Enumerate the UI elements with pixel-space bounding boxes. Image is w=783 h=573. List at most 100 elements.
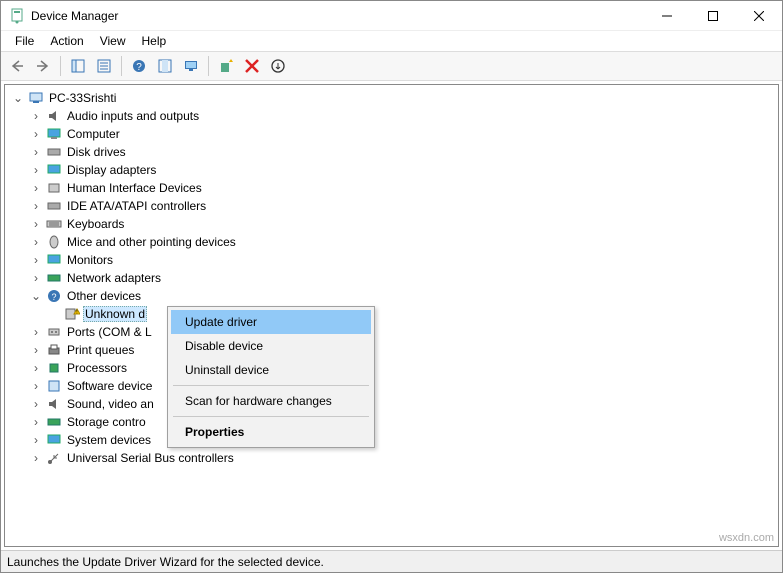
keyboard-icon xyxy=(46,216,62,232)
tree-item-audio[interactable]: Audio inputs and outputs xyxy=(7,107,776,125)
expand-icon[interactable] xyxy=(29,379,43,393)
expand-icon[interactable] xyxy=(29,253,43,267)
show-hide-tree-button[interactable] xyxy=(66,54,90,78)
context-menu: Update driver Disable device Uninstall d… xyxy=(167,306,375,448)
watermark: wsxdn.com xyxy=(719,532,774,544)
properties-button[interactable] xyxy=(92,54,116,78)
tree-item-ide[interactable]: IDE ATA/ATAPI controllers xyxy=(7,197,776,215)
ctx-scan-hardware[interactable]: Scan for hardware changes xyxy=(171,389,371,413)
tree-item-printqueues[interactable]: Print queues xyxy=(7,341,776,359)
ctx-disable-device[interactable]: Disable device xyxy=(171,334,371,358)
toolbar: ? xyxy=(1,51,782,81)
menu-action[interactable]: Action xyxy=(42,32,91,50)
storage-icon xyxy=(46,414,62,430)
tree-item-unknown-device[interactable]: !Unknown d xyxy=(7,305,776,323)
expand-icon[interactable] xyxy=(29,163,43,177)
tree-item-usb[interactable]: Universal Serial Bus controllers xyxy=(7,449,776,467)
menu-help[interactable]: Help xyxy=(134,32,175,50)
mouse-icon xyxy=(46,234,62,250)
expand-icon[interactable] xyxy=(29,415,43,429)
other-icon: ? xyxy=(46,288,62,304)
ctx-properties[interactable]: Properties xyxy=(171,420,371,444)
tree-item-keyboards[interactable]: Keyboards xyxy=(7,215,776,233)
update-driver-button[interactable] xyxy=(214,54,238,78)
port-icon xyxy=(46,324,62,340)
tree-item-label: Unknown d xyxy=(83,306,147,322)
display-icon xyxy=(46,162,62,178)
expand-icon[interactable] xyxy=(29,109,43,123)
ctx-separator xyxy=(173,385,369,386)
tree-item-software[interactable]: Software device xyxy=(7,377,776,395)
menu-file[interactable]: File xyxy=(7,32,42,50)
expand-icon[interactable] xyxy=(29,145,43,159)
expand-icon[interactable] xyxy=(29,235,43,249)
status-text: Launches the Update Driver Wizard for th… xyxy=(7,555,324,569)
tree-item-network[interactable]: Network adapters xyxy=(7,269,776,287)
software-icon xyxy=(46,378,62,394)
ctx-separator xyxy=(173,416,369,417)
audio-icon xyxy=(46,108,62,124)
help-button[interactable]: ? xyxy=(127,54,151,78)
cpu-icon xyxy=(46,360,62,376)
sound-icon xyxy=(46,396,62,412)
expand-icon[interactable] xyxy=(11,91,25,105)
close-button[interactable] xyxy=(736,1,782,31)
ctx-uninstall-device[interactable]: Uninstall device xyxy=(171,358,371,382)
tree-item-monitors[interactable]: Monitors xyxy=(7,251,776,269)
hid-icon xyxy=(46,180,62,196)
network-icon xyxy=(46,270,62,286)
ctx-update-driver[interactable]: Update driver xyxy=(171,310,371,334)
tree-root[interactable]: PC-33Srishti xyxy=(7,89,776,107)
tree-item-ports[interactable]: Ports (COM & L xyxy=(7,323,776,341)
expand-icon[interactable] xyxy=(29,271,43,285)
tree-item-display[interactable]: Display adapters xyxy=(7,161,776,179)
tree-item-hid[interactable]: Human Interface Devices xyxy=(7,179,776,197)
ide-icon xyxy=(46,198,62,214)
disk-icon xyxy=(46,144,62,160)
minimize-button[interactable] xyxy=(644,1,690,31)
printer-icon xyxy=(46,342,62,358)
uninstall-button[interactable] xyxy=(240,54,264,78)
tree-item-disk[interactable]: Disk drives xyxy=(7,143,776,161)
scan-hardware-button[interactable] xyxy=(179,54,203,78)
tree-item-other[interactable]: ?Other devices xyxy=(7,287,776,305)
tree-item-processors[interactable]: Processors xyxy=(7,359,776,377)
expand-icon[interactable] xyxy=(29,289,43,303)
expand-icon[interactable] xyxy=(29,433,43,447)
titlebar: Device Manager xyxy=(1,1,782,31)
forward-button[interactable] xyxy=(31,54,55,78)
svg-text:?: ? xyxy=(136,62,142,73)
system-icon xyxy=(46,432,62,448)
menu-view[interactable]: View xyxy=(92,32,134,50)
maximize-button[interactable] xyxy=(690,1,736,31)
expand-icon[interactable] xyxy=(29,343,43,357)
expand-icon[interactable] xyxy=(29,217,43,231)
expand-icon[interactable] xyxy=(29,325,43,339)
computer-icon xyxy=(28,90,44,106)
window-title: Device Manager xyxy=(31,9,118,23)
tree-item-sound[interactable]: Sound, video an xyxy=(7,395,776,413)
tree-root-label: PC-33Srishti xyxy=(47,90,118,106)
statusbar: Launches the Update Driver Wizard for th… xyxy=(1,550,782,572)
tree-item-storage[interactable]: Storage contro xyxy=(7,413,776,431)
app-icon xyxy=(9,8,25,24)
monitor-icon xyxy=(46,252,62,268)
expand-icon[interactable] xyxy=(29,199,43,213)
expand-icon[interactable] xyxy=(29,361,43,375)
expand-icon[interactable] xyxy=(29,451,43,465)
monitor-icon xyxy=(46,126,62,142)
expand-icon[interactable] xyxy=(29,181,43,195)
expand-icon[interactable] xyxy=(29,127,43,141)
device-tree-panel[interactable]: PC-33Srishti Audio inputs and outputs Co… xyxy=(4,84,779,547)
usb-icon xyxy=(46,450,62,466)
tree-item-computer[interactable]: Computer xyxy=(7,125,776,143)
enable-button[interactable] xyxy=(266,54,290,78)
tree-item-system[interactable]: System devices xyxy=(7,431,776,449)
toolbar-icon-2[interactable] xyxy=(153,54,177,78)
tree-item-mice[interactable]: Mice and other pointing devices xyxy=(7,233,776,251)
svg-text:?: ? xyxy=(51,292,56,302)
warning-icon: ! xyxy=(64,306,80,322)
expand-icon[interactable] xyxy=(29,397,43,411)
back-button[interactable] xyxy=(5,54,29,78)
menubar: File Action View Help xyxy=(1,31,782,51)
